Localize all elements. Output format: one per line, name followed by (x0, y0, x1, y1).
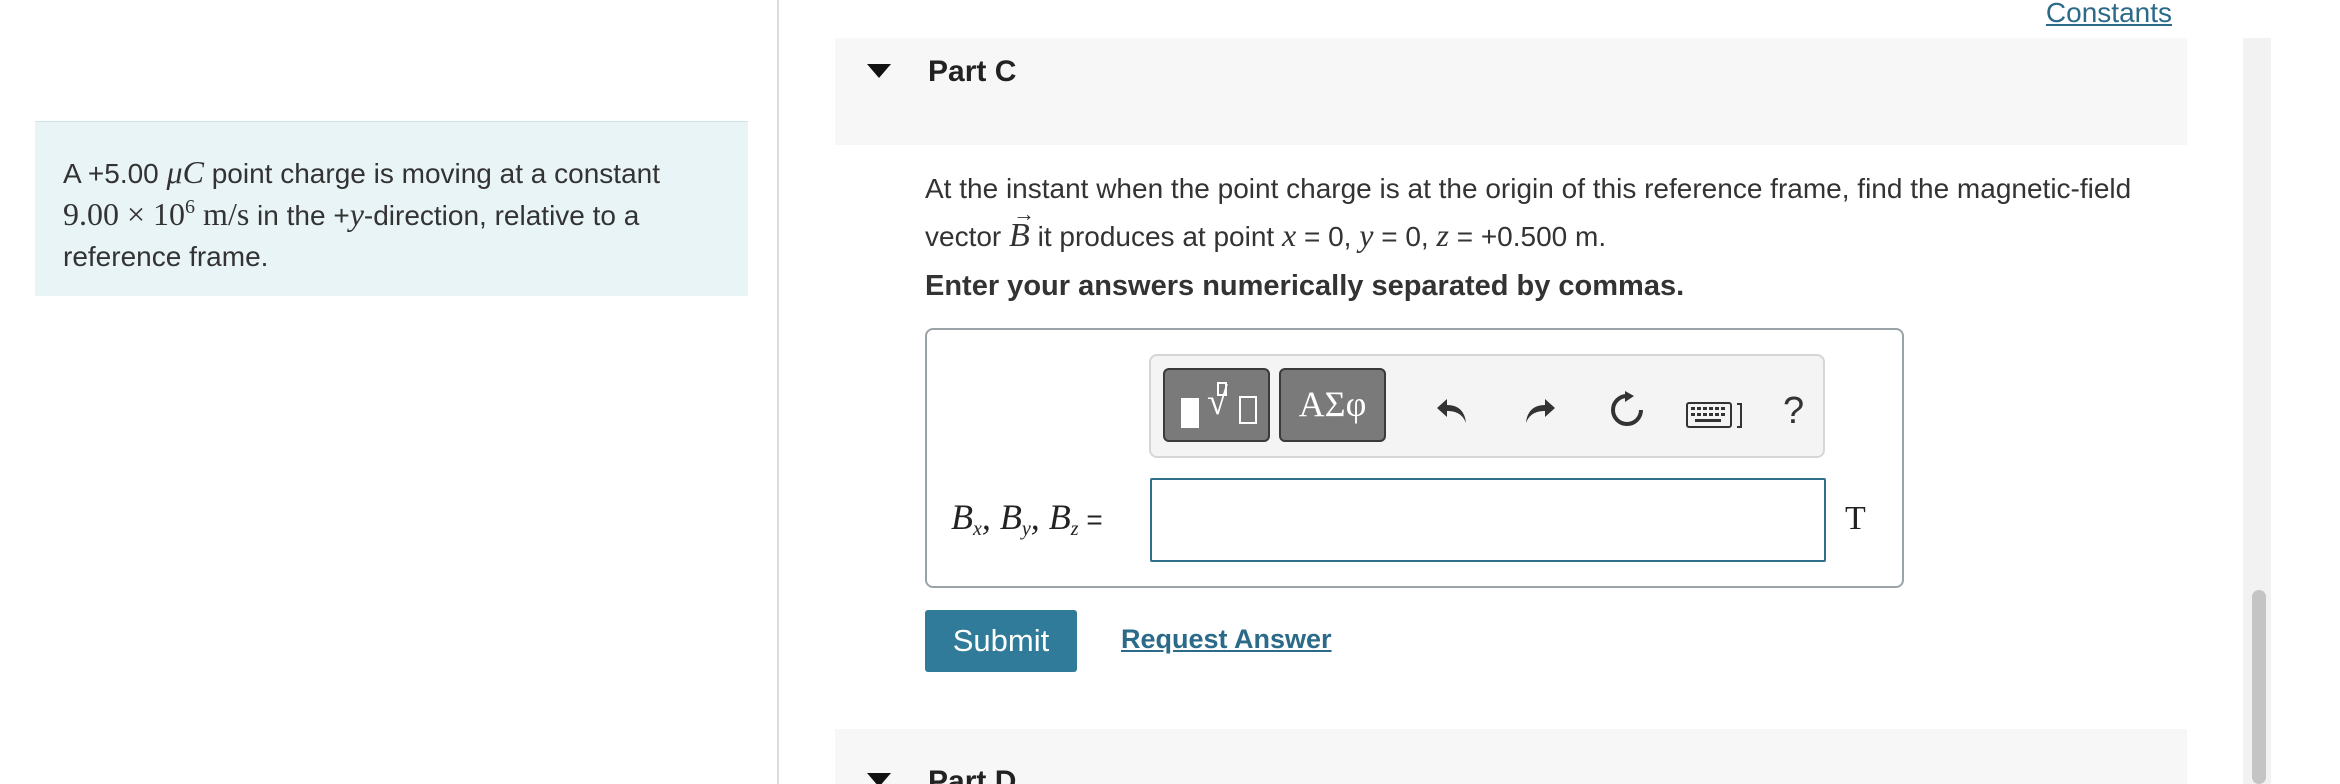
keyboard-icon[interactable] (1686, 400, 1746, 430)
subscript-y: y (1021, 518, 1031, 540)
part-c-title: Part C (928, 55, 1017, 88)
reset-icon[interactable] (1607, 390, 1647, 430)
separator: , (1030, 497, 1049, 537)
request-answer-link[interactable]: Request Answer (1121, 624, 1332, 655)
answer-instruction: Enter your answers numerically separated… (925, 270, 1685, 302)
vector-b-symbol: B (1009, 191, 1035, 259)
greek-symbols-button[interactable]: ΑΣφ (1279, 368, 1386, 442)
subscript-x: x (973, 518, 982, 540)
answer-box: √ ΑΣφ ? Bx, By, Bz = T (925, 328, 1904, 588)
templates-button[interactable]: √ (1163, 368, 1270, 442)
collapse-caret-icon[interactable] (867, 773, 891, 784)
collapse-caret-icon[interactable] (867, 64, 891, 78)
direction-variable: y (349, 196, 364, 232)
part-c-question: At the instant when the point charge is … (925, 166, 2185, 260)
z-variable: z (1436, 217, 1449, 253)
answer-unit: T (1845, 500, 1866, 537)
problem-text: in the + (249, 200, 350, 231)
x-variable: x (1281, 217, 1297, 253)
speed-value: 9.00 × 10 (63, 196, 186, 232)
constants-link[interactable]: Constants (2046, 0, 2172, 27)
scrollbar-thumb[interactable] (2252, 590, 2266, 784)
part-d-header[interactable]: Part D (835, 729, 2187, 784)
speed-unit: m/s (195, 196, 250, 232)
submit-button[interactable]: Submit (925, 610, 1077, 672)
part-d-title: Part D (928, 765, 1017, 784)
b-symbol: B (999, 497, 1022, 537)
part-c-header[interactable]: Part C (835, 38, 2187, 145)
undo-icon[interactable] (1433, 390, 1473, 430)
template-box-icon (1217, 382, 1227, 396)
b-symbol: B (951, 497, 973, 537)
charge-unit: μC (166, 154, 204, 190)
answer-input[interactable] (1150, 478, 1826, 562)
template-block-icon (1181, 398, 1199, 428)
help-button[interactable]: ? (1783, 390, 1804, 433)
pane-divider (777, 0, 779, 784)
subscript-z: z (1070, 518, 1079, 540)
redo-icon[interactable] (1519, 390, 1559, 430)
problem-text: point charge is moving at a constant (203, 158, 660, 189)
z-value: = +0.500 m. (1448, 221, 1607, 252)
separator: , (981, 497, 1000, 537)
y-variable: y (1359, 217, 1374, 253)
math-toolbar: √ ΑΣφ ? (1149, 354, 1825, 458)
template-box-icon (1239, 396, 1257, 424)
question-text: it produces at point (1029, 221, 1282, 252)
y-value: = 0, (1373, 221, 1437, 252)
problem-pane: A +5.00 μC point charge is moving at a c… (0, 0, 778, 784)
equals-sign: = (1078, 504, 1103, 535)
speed-exponent: 6 (185, 196, 196, 218)
problem-text: A +5.00 (63, 158, 167, 189)
b-symbol: B (1048, 497, 1071, 537)
problem-statement: A +5.00 μC point charge is moving at a c… (35, 121, 748, 296)
x-value: = 0, (1296, 221, 1360, 252)
answer-variable-label: Bx, By, Bz = (951, 496, 1103, 540)
